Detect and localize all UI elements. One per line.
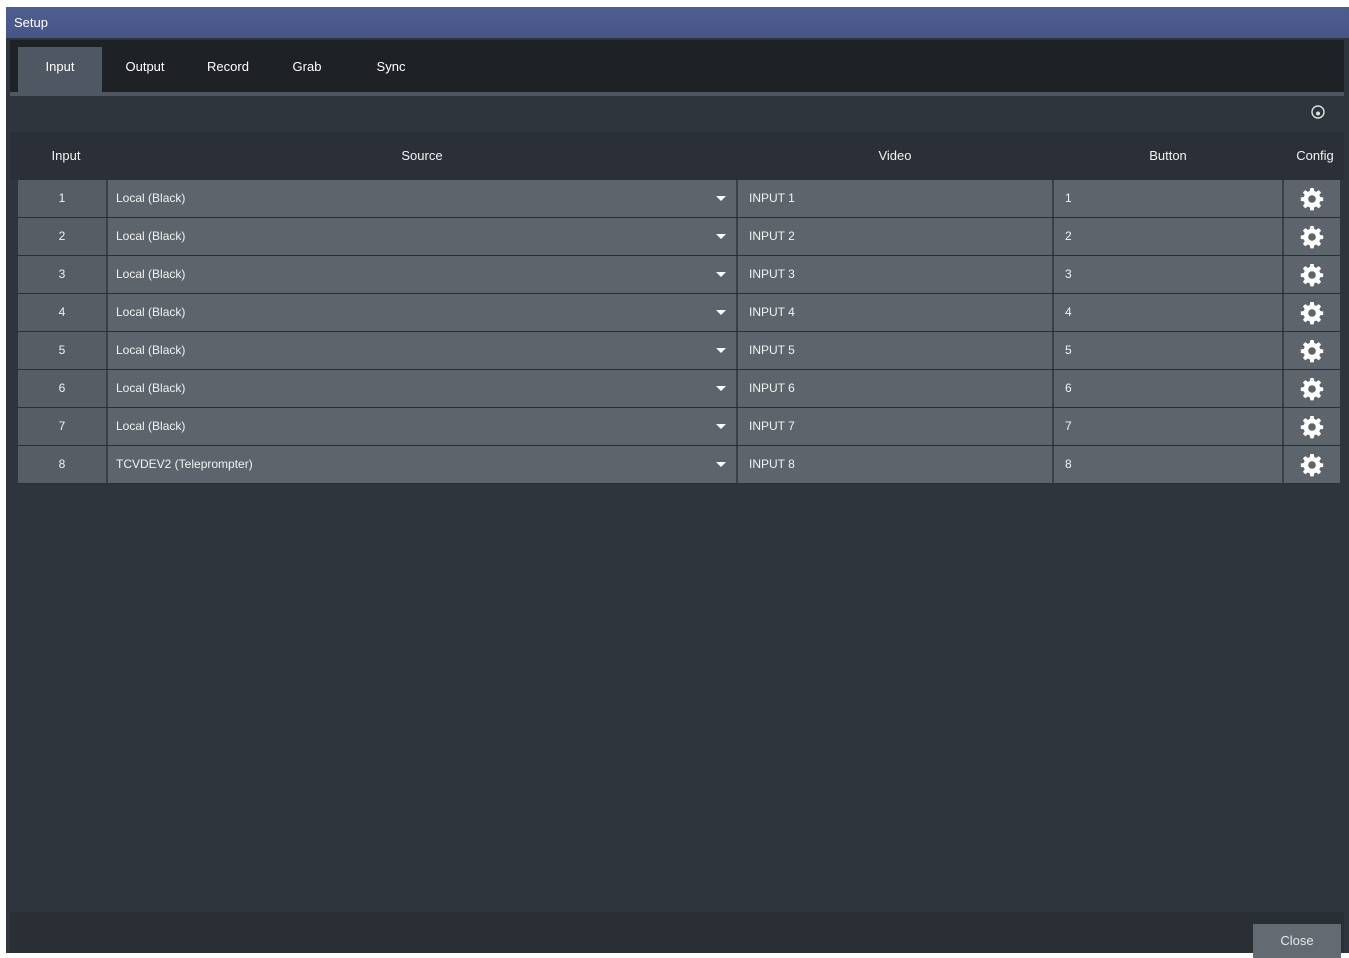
gear-icon xyxy=(1300,264,1324,287)
chevron-down-icon[interactable] xyxy=(716,462,726,467)
source-value: Local (Black) xyxy=(116,381,186,395)
source-dropdown[interactable]: Local (Black) xyxy=(108,408,736,445)
input-number: 5 xyxy=(18,332,106,369)
table-row: 4 Local (Black) INPUT 4 4 xyxy=(18,294,1340,332)
source-value: Local (Black) xyxy=(116,191,186,205)
source-value: Local (Black) xyxy=(116,305,186,319)
dialog-footer: Close xyxy=(10,912,1344,958)
chevron-down-icon[interactable] xyxy=(716,196,726,201)
tab-bar: Input Output Record Grab Sync xyxy=(10,40,1344,92)
chevron-down-icon[interactable] xyxy=(716,310,726,315)
config-button[interactable] xyxy=(1284,332,1340,369)
source-dropdown[interactable]: Local (Black) xyxy=(108,294,736,331)
video-name-field[interactable]: INPUT 6 xyxy=(738,370,1052,407)
header-button[interactable]: Button xyxy=(1054,132,1282,180)
tab-divider xyxy=(10,92,1344,96)
header-config[interactable]: Config xyxy=(1286,132,1344,180)
button-number-field[interactable]: 2 xyxy=(1054,218,1282,255)
config-button[interactable] xyxy=(1284,256,1340,293)
video-name-field[interactable]: INPUT 5 xyxy=(738,332,1052,369)
tab-input[interactable]: Input xyxy=(18,47,102,92)
header-input[interactable]: Input xyxy=(18,132,114,180)
gear-icon xyxy=(1300,302,1324,325)
video-name-field[interactable]: INPUT 4 xyxy=(738,294,1052,331)
source-dropdown[interactable]: TCVDEV2 (Teleprompter) xyxy=(108,446,736,483)
table-row: 6 Local (Black) INPUT 6 6 xyxy=(18,370,1340,408)
tab-grab[interactable]: Grab xyxy=(272,47,342,92)
help-icon[interactable] xyxy=(1311,105,1325,119)
chevron-down-icon[interactable] xyxy=(716,272,726,277)
table-row: 7 Local (Black) INPUT 7 7 xyxy=(18,408,1340,446)
tab-record[interactable]: Record xyxy=(188,47,268,92)
input-number: 7 xyxy=(18,408,106,445)
window-title: Setup xyxy=(6,7,1349,38)
config-button[interactable] xyxy=(1284,218,1340,255)
table-row: 5 Local (Black) INPUT 5 5 xyxy=(18,332,1340,370)
gear-icon xyxy=(1300,416,1324,439)
input-table: 1 Local (Black) INPUT 1 1 2 Local (Black… xyxy=(18,180,1340,484)
source-value: Local (Black) xyxy=(116,343,186,357)
button-number-field[interactable]: 6 xyxy=(1054,370,1282,407)
config-button[interactable] xyxy=(1284,446,1340,483)
table-row: 2 Local (Black) INPUT 2 2 xyxy=(18,218,1340,256)
source-value: Local (Black) xyxy=(116,419,186,433)
gear-icon xyxy=(1300,378,1324,401)
table-row: 1 Local (Black) INPUT 1 1 xyxy=(18,180,1340,218)
input-number: 2 xyxy=(18,218,106,255)
video-name-field[interactable]: INPUT 3 xyxy=(738,256,1052,293)
input-number: 3 xyxy=(18,256,106,293)
button-number-field[interactable]: 7 xyxy=(1054,408,1282,445)
source-dropdown[interactable]: Local (Black) xyxy=(108,332,736,369)
button-number-field[interactable]: 3 xyxy=(1054,256,1282,293)
tab-sync[interactable]: Sync xyxy=(356,47,426,92)
config-button[interactable] xyxy=(1284,370,1340,407)
video-name-field[interactable]: INPUT 7 xyxy=(738,408,1052,445)
toolstrip xyxy=(10,98,1344,132)
source-dropdown[interactable]: Local (Black) xyxy=(108,180,736,217)
chevron-down-icon[interactable] xyxy=(716,424,726,429)
source-value: Local (Black) xyxy=(116,229,186,243)
header-source[interactable]: Source xyxy=(108,132,736,180)
gear-icon xyxy=(1300,340,1324,363)
table-header: Input Source Video Button Config xyxy=(10,132,1344,180)
header-video[interactable]: Video xyxy=(738,132,1052,180)
config-button[interactable] xyxy=(1284,180,1340,217)
chevron-down-icon[interactable] xyxy=(716,348,726,353)
source-dropdown[interactable]: Local (Black) xyxy=(108,370,736,407)
input-number: 8 xyxy=(18,446,106,483)
input-number: 6 xyxy=(18,370,106,407)
input-number: 1 xyxy=(18,180,106,217)
chevron-down-icon[interactable] xyxy=(716,386,726,391)
config-button[interactable] xyxy=(1284,294,1340,331)
video-name-field[interactable]: INPUT 1 xyxy=(738,180,1052,217)
button-number-field[interactable]: 1 xyxy=(1054,180,1282,217)
source-value: TCVDEV2 (Teleprompter) xyxy=(116,457,253,471)
tab-output[interactable]: Output xyxy=(105,47,185,92)
table-row: 8 TCVDEV2 (Teleprompter) INPUT 8 8 xyxy=(18,446,1340,484)
gear-icon xyxy=(1300,188,1324,211)
input-number: 4 xyxy=(18,294,106,331)
source-value: Local (Black) xyxy=(116,267,186,281)
button-number-field[interactable]: 4 xyxy=(1054,294,1282,331)
video-name-field[interactable]: INPUT 8 xyxy=(738,446,1052,483)
gear-icon xyxy=(1300,226,1324,249)
gear-icon xyxy=(1300,454,1324,477)
chevron-down-icon[interactable] xyxy=(716,234,726,239)
video-name-field[interactable]: INPUT 2 xyxy=(738,218,1052,255)
button-number-field[interactable]: 5 xyxy=(1054,332,1282,369)
source-dropdown[interactable]: Local (Black) xyxy=(108,218,736,255)
button-number-field[interactable]: 8 xyxy=(1054,446,1282,483)
source-dropdown[interactable]: Local (Black) xyxy=(108,256,736,293)
table-row: 3 Local (Black) INPUT 3 3 xyxy=(18,256,1340,294)
setup-window: Setup Input Output Record Grab Sync Inpu… xyxy=(6,7,1349,958)
config-button[interactable] xyxy=(1284,408,1340,445)
